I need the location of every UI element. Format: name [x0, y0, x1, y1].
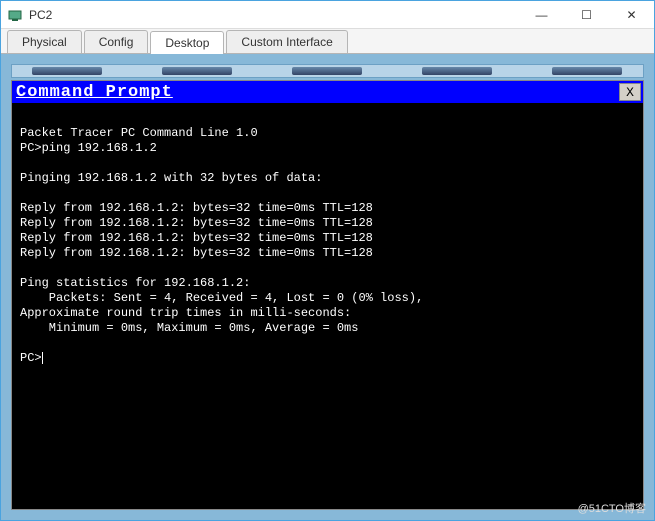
strip-icon[interactable] [32, 67, 102, 75]
tab-desktop[interactable]: Desktop [150, 31, 224, 54]
watermark: @51CTO博客 [578, 500, 646, 516]
strip-icon[interactable] [552, 67, 622, 75]
text-cursor-icon [42, 352, 43, 364]
titlebar: PC2 — ☐ ✕ [1, 1, 654, 29]
command-prompt-window: Command Prompt X Packet Tracer PC Comman… [11, 80, 644, 510]
strip-icon[interactable] [422, 67, 492, 75]
desktop-toolbar-strip [11, 64, 644, 78]
app-window: PC2 — ☐ ✕ Physical Config Desktop Custom… [0, 0, 655, 521]
tab-config[interactable]: Config [84, 30, 149, 53]
window-title: PC2 [29, 8, 519, 22]
desktop-area: Command Prompt X Packet Tracer PC Comman… [1, 54, 654, 520]
close-button[interactable]: ✕ [609, 1, 654, 28]
maximize-button[interactable]: ☐ [564, 1, 609, 28]
tab-physical[interactable]: Physical [7, 30, 82, 53]
command-prompt-body[interactable]: Packet Tracer PC Command Line 1.0 PC>pin… [12, 103, 643, 509]
window-controls: — ☐ ✕ [519, 1, 654, 28]
command-prompt-title: Command Prompt [16, 83, 619, 102]
command-output: Packet Tracer PC Command Line 1.0 PC>pin… [20, 126, 423, 365]
app-icon [7, 7, 23, 23]
strip-icon[interactable] [292, 67, 362, 75]
command-prompt-titlebar: Command Prompt X [12, 81, 643, 103]
tab-bar: Physical Config Desktop Custom Interface [1, 29, 654, 54]
strip-icon[interactable] [162, 67, 232, 75]
minimize-button[interactable]: — [519, 1, 564, 28]
command-prompt-close-button[interactable]: X [619, 83, 641, 101]
tab-custom-interface[interactable]: Custom Interface [226, 30, 347, 53]
